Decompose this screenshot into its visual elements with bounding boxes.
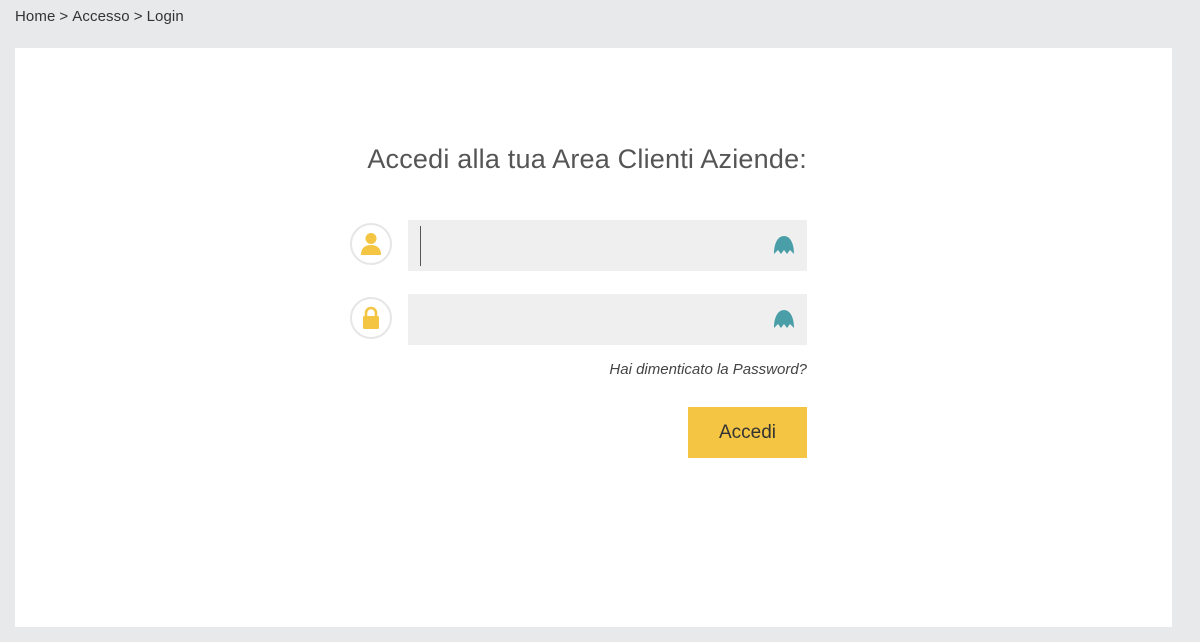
text-cursor	[420, 226, 421, 266]
username-row	[350, 220, 808, 271]
password-row	[350, 294, 808, 345]
password-manager-icon[interactable]	[772, 234, 796, 256]
username-input[interactable]	[408, 220, 807, 271]
lock-icon	[350, 297, 392, 339]
user-icon	[350, 223, 392, 265]
breadcrumb-login: Login	[146, 8, 184, 25]
password-input[interactable]	[408, 294, 807, 345]
breadcrumb-home[interactable]: Home	[15, 8, 55, 25]
breadcrumb-separator: >	[133, 8, 143, 25]
login-submit-button[interactable]: Accedi	[688, 407, 807, 458]
breadcrumb: Home > Accesso > Login	[15, 8, 184, 25]
forgot-password-link[interactable]: Hai dimenticato la Password?	[15, 361, 807, 378]
login-panel: Accedi alla tua Area Clienti Aziende: Ha…	[15, 48, 1172, 627]
login-title: Accedi alla tua Area Clienti Aziende:	[367, 144, 807, 174]
breadcrumb-accesso[interactable]: Accesso	[72, 8, 129, 25]
password-manager-icon[interactable]	[772, 308, 796, 330]
breadcrumb-separator: >	[59, 8, 69, 25]
